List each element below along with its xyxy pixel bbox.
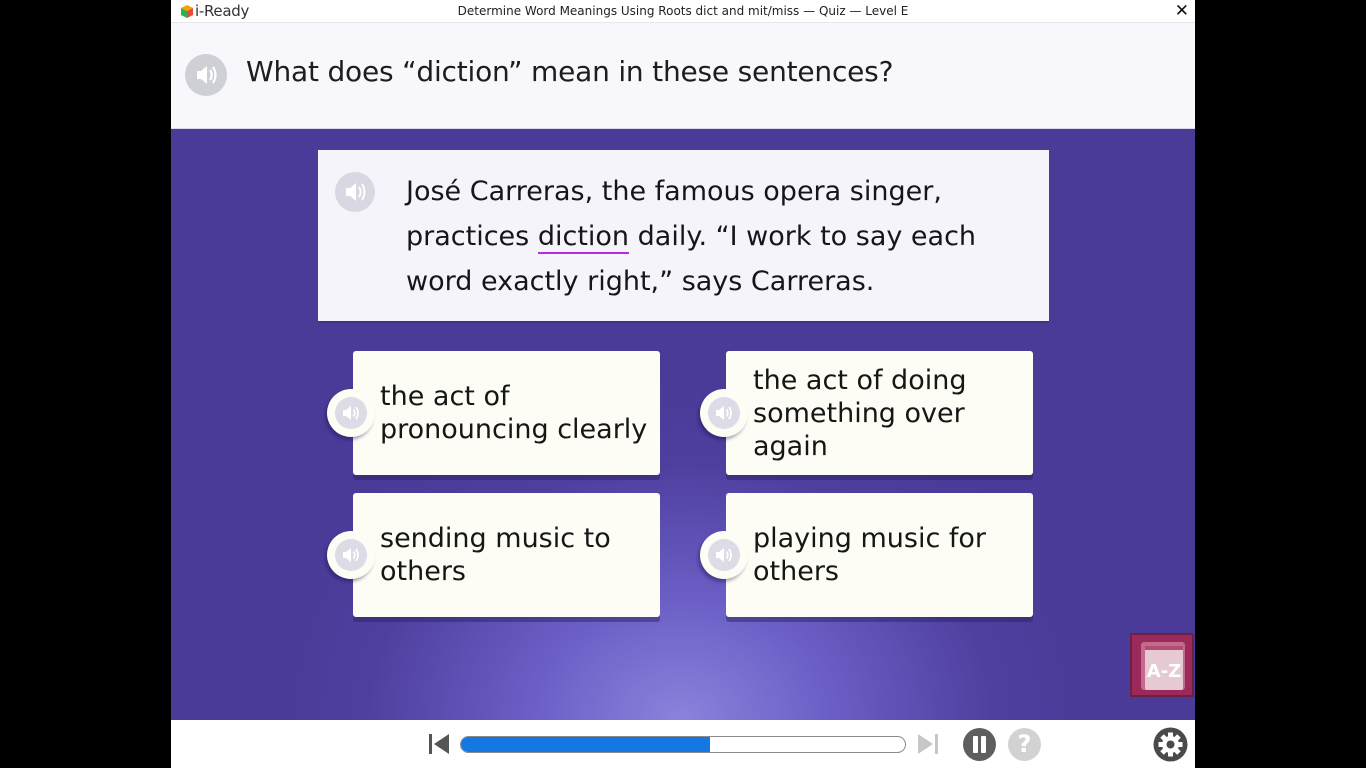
close-icon[interactable]: ✕ <box>1175 1 1189 21</box>
speaker-icon <box>716 548 732 562</box>
speaker-icon <box>343 406 359 420</box>
next-icon <box>918 734 938 754</box>
answer-label: the act of doing something over again <box>753 364 967 462</box>
glossary-button[interactable]: A-Z <box>1130 633 1194 697</box>
question-audio-button[interactable] <box>185 54 227 96</box>
answer-option-1[interactable]: the act of pronouncing clearly <box>327 351 660 475</box>
speaker-icon <box>346 183 366 201</box>
glossary-label: A-Z <box>1147 661 1181 682</box>
help-button[interactable]: ? <box>1008 728 1041 761</box>
answer-audio-button[interactable] <box>700 531 748 579</box>
question-bar: What does “diction” mean in these senten… <box>171 23 1195 129</box>
answer-option-4[interactable]: playing music for others <box>700 493 1033 617</box>
quiz-stage: José Carreras, the famous opera singer, … <box>171 129 1195 720</box>
passage-card: José Carreras, the famous opera singer, … <box>318 150 1049 321</box>
answer-label: the act of pronouncing clearly <box>380 381 648 445</box>
book-icon: A-Z <box>1141 642 1185 690</box>
answer-audio-button[interactable] <box>327 389 375 437</box>
speaker-icon <box>197 66 217 84</box>
target-word: diction <box>537 221 630 254</box>
answer-audio-button[interactable] <box>327 531 375 579</box>
progress-bar <box>460 736 906 753</box>
answer-option-2[interactable]: the act of doing something over again <box>700 351 1033 475</box>
question-text: What does “diction” mean in these senten… <box>246 55 894 88</box>
speaker-icon <box>343 548 359 562</box>
speaker-icon <box>716 406 732 420</box>
lesson-title: Determine Word Meanings Using Roots dict… <box>457 4 909 18</box>
answer-option-3[interactable]: sending music to others <box>327 493 660 617</box>
passage-text: José Carreras, the famous opera singer, … <box>406 169 1016 304</box>
answer-label: playing music for others <box>753 523 987 587</box>
app-window: i-Ready Determine Word Meanings Using Ro… <box>171 0 1195 768</box>
pause-button[interactable] <box>963 728 996 761</box>
previous-icon[interactable] <box>427 732 451 756</box>
pause-icon <box>973 736 986 753</box>
progress-fill <box>461 737 710 752</box>
answer-audio-button[interactable] <box>700 389 748 437</box>
gear-icon[interactable] <box>1153 727 1188 762</box>
passage-audio-button[interactable] <box>335 172 375 212</box>
answer-label: sending music to others <box>380 523 611 587</box>
title-bar: i-Ready Determine Word Meanings Using Ro… <box>171 0 1195 23</box>
bottom-toolbar: ? <box>171 720 1195 768</box>
